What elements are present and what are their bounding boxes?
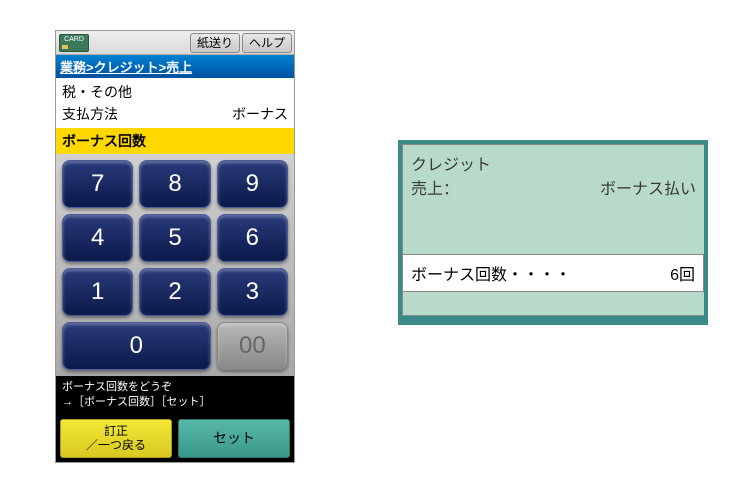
prompt-line-1: ボーナス回数をどうぞ [62,380,288,395]
bottom-buttons: 訂正 ／一つ戻る セット [56,415,294,462]
key-5[interactable]: 5 [139,214,210,262]
receipt-credit-label: クレジット [411,151,696,175]
receipt-footer [402,292,704,316]
receipt-count-label: ボーナス回数・・・・ [411,261,571,285]
pay-method-value: ボーナス [232,104,288,124]
breadcrumb[interactable]: 業務>クレジット>売上 [56,55,294,78]
key-8[interactable]: 8 [139,160,210,208]
receipt-payment-type: ボーナス払い [600,175,696,199]
key-2[interactable]: 2 [139,268,210,316]
card-icon: CARD [59,34,89,52]
topbar: CARD 紙送り ヘルプ [56,31,294,55]
key-00: 00 [217,322,288,370]
key-9[interactable]: 9 [217,160,288,208]
key-3[interactable]: 3 [217,268,288,316]
prompt-line-2: →［ボーナス回数］［セット］ [62,395,288,410]
prompt-area: ボーナス回数をどうぞ →［ボーナス回数］［セット］ [56,376,294,415]
key-4[interactable]: 4 [62,214,133,262]
key-6[interactable]: 6 [217,214,288,262]
info-panel: 税・その他 支払方法 ボーナス [56,78,294,128]
tax-other-label: 税・その他 [62,82,288,102]
set-button[interactable]: セット [178,419,290,458]
numeric-keypad: 7 8 9 4 5 6 1 2 3 0 00 [56,154,294,376]
paper-feed-button[interactable]: 紙送り [190,33,240,53]
bonus-count-field-label: ボーナス回数 [56,128,294,154]
receipt-count-value: 6回 [670,261,695,285]
key-1[interactable]: 1 [62,268,133,316]
correct-back-button[interactable]: 訂正 ／一つ戻る [60,419,172,458]
receipt-count-row: ボーナス回数・・・・ 6回 [402,254,704,292]
pay-method-label: 支払方法 [62,104,118,124]
receipt-header: クレジット 売上： ボーナス払い [402,144,704,254]
key-0[interactable]: 0 [62,322,211,370]
payment-terminal: CARD 紙送り ヘルプ 業務>クレジット>売上 税・その他 支払方法 ボーナス… [55,30,295,463]
key-7[interactable]: 7 [62,160,133,208]
receipt-display: クレジット 売上： ボーナス払い ボーナス回数・・・・ 6回 [398,140,708,325]
help-button[interactable]: ヘルプ [242,33,292,53]
receipt-sales-label: 売上： [411,175,459,199]
